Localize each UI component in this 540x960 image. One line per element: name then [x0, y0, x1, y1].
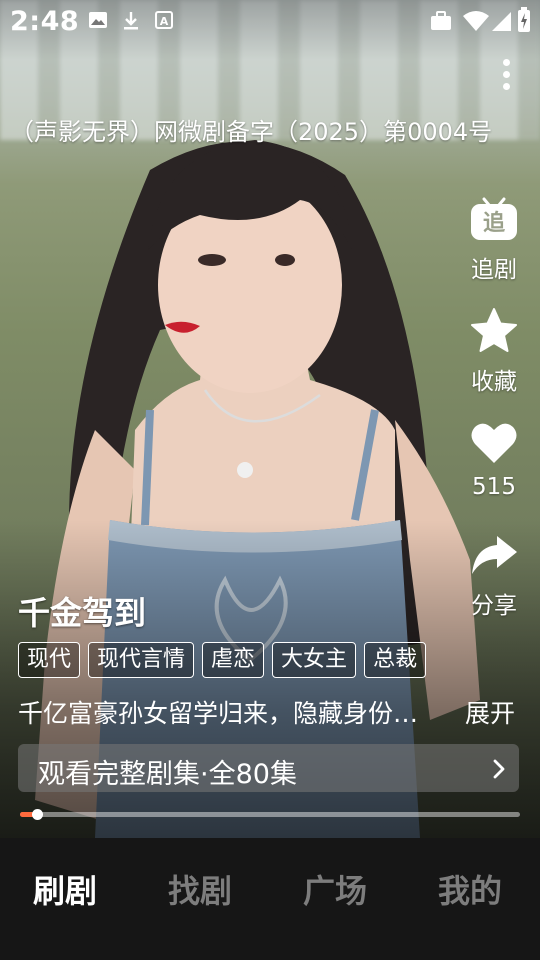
- expand-description-button[interactable]: 展开: [465, 694, 515, 730]
- heart-icon: [471, 423, 517, 463]
- tag[interactable]: 大女主: [272, 642, 357, 678]
- star-icon: [471, 308, 517, 352]
- download-icon: [124, 12, 138, 30]
- tab-mine[interactable]: 我的: [438, 866, 502, 912]
- like-count: 515: [472, 474, 516, 500]
- bottom-tab-bar: 刷剧 找剧 广场 我的: [0, 838, 540, 960]
- more-options-icon[interactable]: [494, 56, 518, 94]
- collect-button[interactable]: 收藏: [462, 306, 526, 396]
- drama-description: 千亿富豪孙女留学归来，隐藏身份…: [18, 699, 419, 728]
- wifi-icon: [463, 11, 489, 31]
- status-time: 2:48: [10, 6, 80, 37]
- status-bar: 2:48 A: [0, 0, 540, 44]
- watch-full-series-button[interactable]: 观看完整剧集·全80集: [18, 744, 519, 792]
- follow-drama-label: 追剧: [471, 257, 517, 283]
- tag[interactable]: 虐恋: [202, 642, 265, 678]
- svg-text:A: A: [160, 15, 169, 28]
- tab-find-drama[interactable]: 找剧: [168, 866, 232, 912]
- chevron-right-icon: [493, 759, 505, 779]
- tag-list: 现代 现代言情 虐恋 大女主 总裁: [18, 642, 427, 678]
- tab-plaza[interactable]: 广场: [303, 866, 367, 912]
- video-registration-title: （声影无界）网微剧备字（2025）第0004号: [10, 118, 493, 146]
- share-label: 分享: [471, 593, 517, 619]
- tag[interactable]: 现代言情: [88, 642, 195, 678]
- progress-handle[interactable]: [32, 809, 43, 820]
- watch-full-series-label: 观看完整剧集·全80集: [38, 759, 297, 790]
- briefcase-icon: [431, 11, 451, 30]
- cell-signal-icon: [492, 12, 511, 31]
- like-button[interactable]: 515: [462, 418, 526, 500]
- collect-label: 收藏: [471, 369, 517, 395]
- battery-charging-icon: [518, 7, 530, 32]
- tag[interactable]: 现代: [18, 642, 81, 678]
- tag[interactable]: 总裁: [364, 642, 427, 678]
- playback-progress-bar[interactable]: [20, 809, 520, 820]
- svg-text:追: 追: [483, 210, 505, 236]
- share-arrow-icon: [472, 536, 517, 574]
- gallery-icon: [89, 12, 107, 28]
- share-button[interactable]: 分享: [462, 530, 526, 620]
- tab-brush-drama[interactable]: 刷剧: [33, 866, 97, 912]
- drama-name[interactable]: 千金驾到: [18, 588, 146, 634]
- keyboard-a-icon: A: [155, 11, 173, 29]
- follow-drama-icon: 追: [471, 197, 517, 240]
- follow-drama-button[interactable]: 追 追剧: [462, 194, 526, 284]
